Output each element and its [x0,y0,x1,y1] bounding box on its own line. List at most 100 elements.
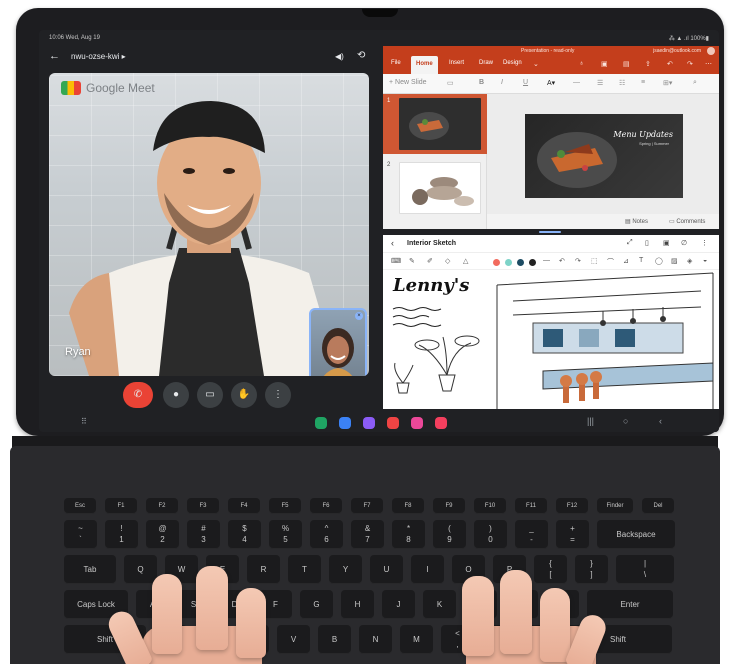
color-swatch-navy[interactable] [517,259,524,266]
bullets-icon[interactable]: ☰ [597,79,603,87]
undo-icon[interactable]: ↶ [667,60,673,68]
tab-home[interactable]: Home [411,56,438,74]
internet-app-icon[interactable] [363,417,375,429]
underline-icon[interactable]: U [523,79,528,86]
select-icon[interactable]: ⬚ [591,257,598,265]
avatar[interactable] [707,47,715,55]
expand-icon[interactable]: ⤢ [627,239,633,247]
undo-icon[interactable]: ↶ [559,257,565,265]
color-swatch-red[interactable] [493,259,500,266]
key-4[interactable]: $ 4 [228,520,261,549]
speaker-icon[interactable]: ◀) [335,52,344,61]
key-del[interactable]: Del [642,498,674,514]
key-f2[interactable]: F2 [146,498,178,514]
key-backspace[interactable]: Backspace [597,520,675,549]
shape-icon[interactable]: △ [463,257,468,265]
key-f12[interactable]: F12 [556,498,588,514]
book-icon[interactable]: ▯ [645,239,649,247]
key-0[interactable]: ) 0 [474,520,507,549]
present-icon[interactable]: ▣ [601,60,608,68]
slide-thumbnail[interactable]: 1 [383,94,487,154]
eraser-icon[interactable]: ◇ [445,257,450,265]
key-[interactable]: | \ [616,555,674,584]
key-[interactable]: + = [556,520,589,549]
key-8[interactable]: * 8 [392,520,425,549]
search-icon[interactable]: ⌕ [693,79,697,87]
key-b[interactable]: B [318,625,351,654]
gallery-app-icon[interactable] [387,417,399,429]
redo-icon[interactable]: ↷ [687,60,693,68]
key-f9[interactable]: F9 [433,498,465,514]
key-f7[interactable]: F7 [351,498,383,514]
key-t[interactable]: T [288,555,321,584]
notes-button[interactable]: ▤ Notes [625,218,648,225]
recent-apps-icon[interactable]: ||| [587,416,594,426]
fill-icon[interactable]: ◒ [703,257,707,264]
color-swatch-teal[interactable] [505,259,512,266]
mic-button[interactable]: ● [163,382,189,408]
italic-icon[interactable]: I [501,79,503,86]
tab-design[interactable]: Design [503,60,522,66]
key-9[interactable]: ( 9 [433,520,466,549]
key-f10[interactable]: F10 [474,498,506,514]
sketch-canvas[interactable]: Lenny's [383,271,719,409]
phone-app-icon[interactable] [315,417,327,429]
key-esc[interactable]: Esc [64,498,96,514]
save-icon[interactable]: ▤ [623,60,630,68]
back-arrow-icon[interactable]: ← [49,50,60,62]
home-icon[interactable]: ○ [623,416,628,426]
layers-icon[interactable]: ◈ [687,257,692,265]
split-view-handle[interactable] [539,231,561,233]
lightbulb-icon[interactable]: ♁ [579,60,584,67]
collapse-icon[interactable]: × [355,312,363,320]
more-vert-icon[interactable]: ⋮ [701,239,708,247]
settings-app-icon[interactable] [411,417,423,429]
bold-icon[interactable]: B [479,79,484,86]
slide-editor[interactable]: Menu Updates Spring | Summer [487,94,719,214]
attach-icon[interactable]: ∅ [681,239,687,247]
redo-icon[interactable]: ↷ [575,257,581,265]
apps-grid-icon[interactable]: ⠿ [81,417,87,426]
camera-button[interactable]: ▭ [197,382,223,408]
key-h[interactable]: H [341,590,374,619]
numbering-icon[interactable]: ☷ [619,79,625,87]
messages-app-icon[interactable] [339,417,351,429]
arrange-icon[interactable]: ⊞▾ [663,79,672,87]
layout-icon[interactable]: ▭ [447,79,454,87]
align-icon[interactable]: ≡ [641,79,645,86]
video-app-icon[interactable] [435,417,447,429]
save-icon[interactable]: ▣ [663,239,670,247]
image-icon[interactable]: ▨ [671,257,678,265]
key-g[interactable]: G [300,590,333,619]
key-j[interactable]: J [382,590,415,619]
key-5[interactable]: % 5 [269,520,302,549]
font-color-icon[interactable]: A▾ [547,79,555,87]
key-f5[interactable]: F5 [269,498,301,514]
key-7[interactable]: & 7 [351,520,384,549]
tab-insert[interactable]: Insert [449,60,464,66]
key-[interactable]: ~ ` [64,520,97,549]
minus-icon[interactable]: — [573,79,580,86]
more-options-button[interactable]: ⋮ [265,382,291,408]
key-[interactable]: _ - [515,520,548,549]
key-f4[interactable]: F4 [228,498,260,514]
brush-icon[interactable]: ✐ [427,257,433,265]
lasso-icon[interactable]: ◯ [655,257,663,265]
key-6[interactable]: ^ 6 [310,520,343,549]
key-m[interactable]: M [400,625,433,654]
key-y[interactable]: Y [329,555,362,584]
tab-file[interactable]: File [391,60,401,66]
new-slide-button[interactable]: + New Slide [389,79,427,86]
key-finder[interactable]: Finder [597,498,633,514]
key-tab[interactable]: Tab [64,555,116,584]
key-k[interactable]: K [423,590,456,619]
keyboard-icon[interactable]: ⌨ [391,257,401,265]
comments-button[interactable]: ▭ Comments [669,218,705,225]
key-3[interactable]: # 3 [187,520,220,549]
stroke-width-icon[interactable]: — [543,257,550,264]
meeting-code[interactable]: nwu-ozse-kwi ▸ [71,52,126,61]
text-icon[interactable]: T [639,257,643,264]
raise-hand-button[interactable]: ✋ [231,382,257,408]
color-swatch-black[interactable] [529,259,536,266]
key-1[interactable]: ! 1 [105,520,138,549]
